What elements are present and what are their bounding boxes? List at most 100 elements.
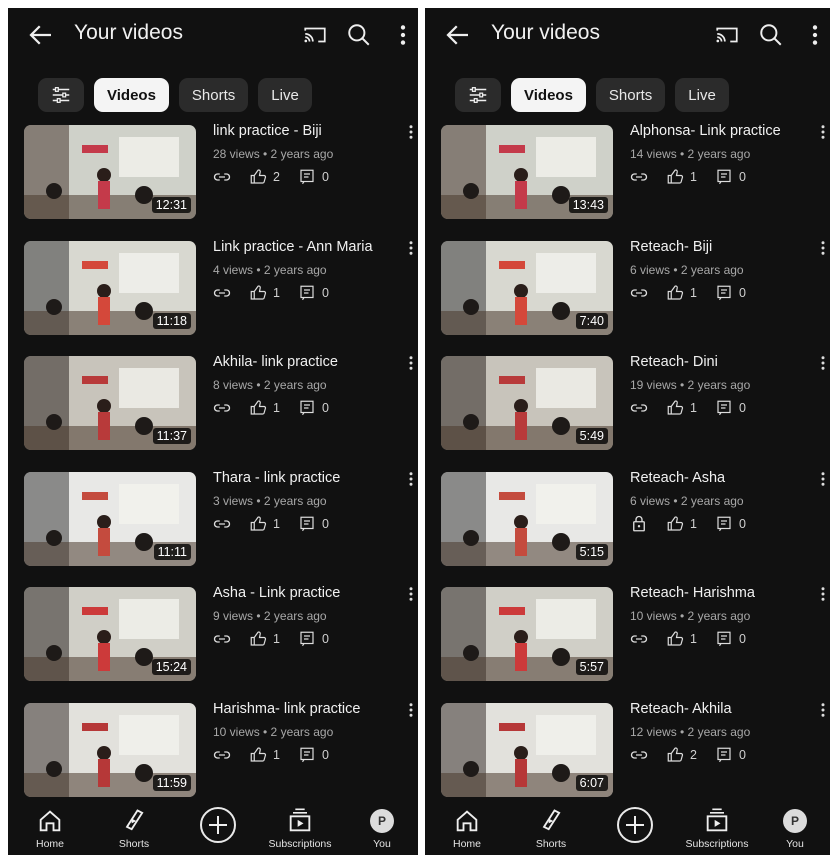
nav-you-label: You <box>786 838 804 850</box>
nav-shorts[interactable]: Shorts <box>96 807 172 850</box>
video-row[interactable]: 5:57 Reteach- Harishma 10 views • 2 years … <box>425 585 830 685</box>
more-vert-icon[interactable] <box>816 470 830 488</box>
video-title[interactable]: Asha - Link practice <box>213 585 340 601</box>
filter-settings-icon[interactable] <box>455 78 501 112</box>
video-row[interactable]: 11:37 Akhila- link practice 8 views • 2 ye… <box>8 354 418 454</box>
more-vert-icon[interactable] <box>404 470 418 488</box>
video-row[interactable]: 13:43 Alphonsa- Link practice 14 views • 2… <box>425 123 830 223</box>
video-title[interactable]: Alphonsa- Link practice <box>630 123 781 139</box>
comment-icon <box>715 630 733 648</box>
video-title[interactable]: Harishma- link practice <box>213 701 360 717</box>
create-plus-icon[interactable] <box>617 807 653 843</box>
nav-subscriptions-label: Subscriptions <box>685 838 749 850</box>
video-row[interactable]: 12:31 link practice - Biji 28 views • 2 ye… <box>8 123 418 223</box>
nav-you[interactable]: P You <box>346 807 418 850</box>
video-title[interactable]: Thara - link practice <box>213 470 340 486</box>
back-arrow-icon[interactable] <box>443 20 473 50</box>
video-thumbnail[interactable]: 12:31 <box>24 125 196 219</box>
unlisted-link-icon <box>630 168 648 186</box>
more-vert-icon[interactable] <box>816 239 830 257</box>
video-thumbnail[interactable]: 7:40 <box>441 240 613 335</box>
video-thumbnail[interactable]: 5:15 <box>441 471 613 566</box>
more-vert-icon[interactable] <box>816 585 830 603</box>
private-lock-icon <box>630 515 648 533</box>
like-count: 1 <box>273 747 280 762</box>
video-thumbnail[interactable]: 11:18 <box>24 240 196 335</box>
more-vert-icon[interactable] <box>816 701 830 719</box>
filter-settings-icon[interactable] <box>38 78 84 112</box>
comment-count: 0 <box>738 747 746 762</box>
thumbs-up-icon <box>249 399 267 417</box>
video-row[interactable]: 11:18 Link practice - Ann Maria 4 views • … <box>8 239 418 339</box>
video-title[interactable]: Reteach- Akhila <box>630 701 732 717</box>
video-title[interactable]: link practice - Biji <box>213 123 322 139</box>
video-row[interactable]: 6:07 Reteach- Akhila 12 views • 2 years ag… <box>425 701 830 801</box>
comment-count: 0 <box>321 285 329 300</box>
video-title[interactable]: Reteach- Harishma <box>630 585 755 601</box>
back-arrow-icon[interactable] <box>26 20 56 50</box>
video-title[interactable]: Reteach- Biji <box>630 239 712 255</box>
more-vert-icon[interactable] <box>404 123 418 141</box>
video-row[interactable]: 11:59 Harishma- link practice 10 views • 2… <box>8 701 418 801</box>
video-stats: 20 <box>213 168 329 186</box>
more-vert-icon[interactable] <box>808 22 822 48</box>
comment-count: 0 <box>738 632 746 646</box>
more-vert-icon[interactable] <box>404 585 418 603</box>
video-thumbnail[interactable]: 5:57 <box>441 587 613 681</box>
nav-home[interactable]: Home <box>429 807 505 850</box>
video-row[interactable]: 5:49 Reteach- Dini 19 views • 2 years ago 1… <box>425 354 830 454</box>
video-title[interactable]: Reteach- Asha <box>630 470 725 486</box>
video-title[interactable]: Link practice - Ann Maria <box>213 239 373 255</box>
video-title[interactable]: Akhila- link practice <box>213 354 338 370</box>
video-stats: 10 <box>213 284 329 302</box>
nav-subscriptions[interactable]: Subscriptions <box>260 807 340 850</box>
video-thumbnail[interactable]: 6:07 <box>441 702 613 797</box>
unlisted-link-icon <box>213 515 231 533</box>
video-thumbnail[interactable]: 5:49 <box>441 356 613 450</box>
video-thumbnail[interactable]: 11:37 <box>24 356 196 450</box>
more-vert-icon[interactable] <box>404 701 418 719</box>
create-plus-icon[interactable] <box>200 807 236 843</box>
comment-count: 0 <box>321 747 329 762</box>
video-row[interactable]: 11:11 Thara - link practice 3 views • 2 ye… <box>8 470 418 570</box>
nav-subscriptions[interactable]: Subscriptions <box>677 807 757 850</box>
video-thumbnail[interactable]: 11:11 <box>24 471 196 566</box>
cast-icon[interactable] <box>302 22 328 48</box>
thumbs-up-icon <box>666 630 684 648</box>
more-vert-icon[interactable] <box>396 22 410 48</box>
video-thumbnail[interactable]: 15:24 <box>24 587 196 681</box>
video-row[interactable]: 5:15 Reteach- Asha 6 views • 2 years ago 1 0 <box>425 470 830 570</box>
chip-live[interactable]: Live <box>675 78 729 112</box>
video-duration: 11:59 <box>152 774 191 791</box>
video-duration: 13:43 <box>568 197 608 213</box>
nav-shorts-label: Shorts <box>535 838 567 850</box>
video-row[interactable]: 7:40 Reteach- Biji 6 views • 2 years ago 1 0 <box>425 239 830 339</box>
nav-you[interactable]: P You <box>763 807 827 850</box>
comment-icon <box>298 746 316 764</box>
nav-home-label: Home <box>452 838 481 850</box>
nav-shorts[interactable]: Shorts <box>513 807 589 850</box>
video-row[interactable]: 15:24 Asha - Link practice 9 views • 2 yea… <box>8 585 418 685</box>
chip-live[interactable]: Live <box>258 78 312 112</box>
chip-videos[interactable]: Videos <box>511 78 586 112</box>
more-vert-icon[interactable] <box>816 123 830 141</box>
unlisted-link-icon <box>630 284 648 302</box>
chip-shorts[interactable]: Shorts <box>178 78 249 112</box>
more-vert-icon[interactable] <box>404 354 418 372</box>
more-vert-icon[interactable] <box>404 239 418 257</box>
avatar: P <box>783 809 807 833</box>
comment-count: 0 <box>738 401 746 415</box>
chip-videos[interactable]: Videos <box>94 78 169 112</box>
nav-shorts-label: Shorts <box>118 838 150 850</box>
like-count: 1 <box>273 285 280 300</box>
nav-home[interactable]: Home <box>12 807 88 850</box>
video-title[interactable]: Reteach- Dini <box>630 354 718 370</box>
search-icon[interactable] <box>758 22 784 48</box>
more-vert-icon[interactable] <box>816 354 830 372</box>
cast-icon[interactable] <box>714 22 740 48</box>
search-icon[interactable] <box>346 22 372 48</box>
video-thumbnail[interactable]: 11:59 <box>24 702 196 797</box>
video-thumbnail[interactable]: 13:43 <box>441 125 613 219</box>
nav-you-label: You <box>373 838 391 850</box>
chip-shorts[interactable]: Shorts <box>595 78 666 112</box>
